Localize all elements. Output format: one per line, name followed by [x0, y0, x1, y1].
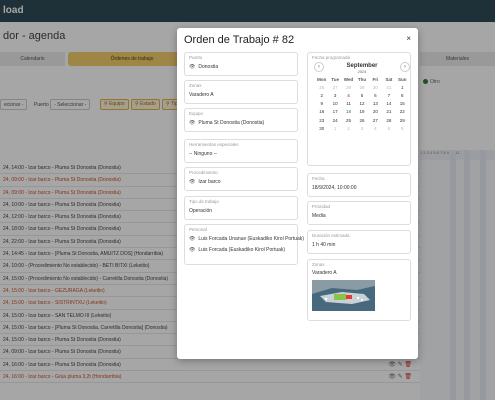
calendar-day[interactable]: 15: [396, 100, 409, 108]
prev-month-icon[interactable]: ‹: [314, 62, 324, 72]
field-herramientas[interactable]: Herramientas especiales -- Ninguno --: [184, 139, 298, 163]
field-procedimiento[interactable]: Procedimiento 👁 Izar barco: [184, 167, 298, 191]
calendar-day[interactable]: 22: [396, 108, 409, 116]
calendar-day[interactable]: 5: [382, 124, 395, 132]
weekday-label: Mon: [317, 76, 327, 82]
eye-icon: 👁: [189, 64, 196, 70]
next-month-icon[interactable]: ›: [400, 62, 410, 72]
weekday-label: Fri: [372, 76, 379, 82]
calendar-day[interactable]: 30: [369, 83, 382, 91]
field-tipo-trabajo[interactable]: Tipo de trabajo Operación: [184, 196, 298, 220]
field-fecha-programada: Fecha programada ‹ › September 2024 Mon T…: [307, 52, 411, 166]
field-personal[interactable]: Personal 👁 Luis Forcada Unanue (Euskadiko…: [184, 224, 304, 265]
field-equipo[interactable]: Equipo 👁 Pluma St Donostia (Donostia): [184, 108, 298, 132]
calendar-day[interactable]: 27: [328, 83, 341, 91]
calendar-day[interactable]: 3: [355, 124, 368, 132]
field-puerto[interactable]: Puerto 👁 Donostia: [184, 52, 298, 76]
date-picker: ‹ › September 2024 Mon Tue Wed Thu Fri Sat Sun…: [311, 61, 413, 132]
calendar-day[interactable]: 6: [396, 124, 409, 132]
calendar-day[interactable]: 19: [355, 108, 368, 116]
zone-map-image[interactable]: [312, 280, 375, 311]
calendar-day[interactable]: 1: [328, 124, 341, 132]
calendar-day[interactable]: 23: [315, 116, 328, 124]
calendar-day[interactable]: 1: [396, 83, 409, 91]
calendar-day[interactable]: 17: [328, 108, 341, 116]
weekday-label: Sun: [398, 76, 407, 82]
calendar-day[interactable]: 2: [315, 91, 328, 99]
calendar-day[interactable]: 27: [369, 116, 382, 124]
modal-title: Orden de Trabajo # 82: [184, 34, 295, 46]
calendar-day[interactable]: 26: [355, 116, 368, 124]
calendar-day[interactable]: 9: [315, 100, 328, 108]
calendar-day[interactable]: 29: [396, 116, 409, 124]
weekday-label: Wed: [343, 76, 354, 82]
field-zonas[interactable]: Zonas Varadero A: [184, 80, 298, 104]
calendar-day[interactable]: 4: [342, 91, 355, 99]
calendar-grid: Mon Tue Wed Thu Fri Sat Sun 26 27 28 29 30 31 1 2 3 4 5 6…: [315, 75, 409, 132]
calendar-day[interactable]: 2: [342, 124, 355, 132]
field-duracion[interactable]: Duración estimada 1 h 40 min: [307, 230, 411, 254]
calendar-day[interactable]: 25: [342, 116, 355, 124]
weekday-label: Sat: [385, 76, 393, 82]
field-fecha[interactable]: Fecha 18/9/2024, 10:00:00: [307, 173, 411, 197]
calendar-day[interactable]: 28: [382, 116, 395, 124]
calendar-day[interactable]: 5: [355, 91, 368, 99]
calendar-day[interactable]: 16: [315, 108, 328, 116]
eye-icon: 👁: [189, 247, 196, 253]
calendar-day[interactable]: 28: [342, 83, 355, 91]
calendar-day[interactable]: 24: [328, 116, 341, 124]
calendar-day[interactable]: 29: [355, 83, 368, 91]
calendar-day[interactable]: 13: [369, 100, 382, 108]
calendar-day[interactable]: 4: [369, 124, 382, 132]
calendar-day[interactable]: 11: [342, 100, 355, 108]
eye-icon: 👁: [189, 120, 196, 126]
calendar-year: 2024: [357, 69, 367, 74]
calendar-day[interactable]: 10: [328, 100, 341, 108]
calendar-day[interactable]: 3: [328, 91, 341, 99]
calendar-day[interactable]: 31: [382, 83, 395, 91]
calendar-day[interactable]: 7: [382, 91, 395, 99]
calendar-day[interactable]: 18: [342, 108, 355, 116]
field-prioridad[interactable]: Prioridad Media: [307, 201, 411, 225]
field-zonas-map: Zonas Varadero A: [307, 259, 411, 321]
weekday-label: Tue: [331, 76, 339, 82]
calendar-day[interactable]: 21: [382, 108, 395, 116]
eye-icon: 👁: [189, 236, 196, 242]
calendar-day[interactable]: 30: [315, 124, 328, 132]
eye-icon: 👁: [189, 179, 196, 185]
calendar-day[interactable]: 8: [396, 91, 409, 99]
calendar-day[interactable]: 6: [369, 91, 382, 99]
work-order-modal: Orden de Trabajo # 82 × Puerto 👁 Donostia…: [177, 28, 418, 359]
calendar-day[interactable]: 20: [369, 108, 382, 116]
weekday-label: Thu: [357, 76, 367, 82]
calendar-day[interactable]: 26: [315, 83, 328, 91]
calendar-day[interactable]: 12: [355, 100, 368, 108]
close-icon[interactable]: ×: [406, 34, 411, 43]
calendar-day[interactable]: 14: [382, 100, 395, 108]
